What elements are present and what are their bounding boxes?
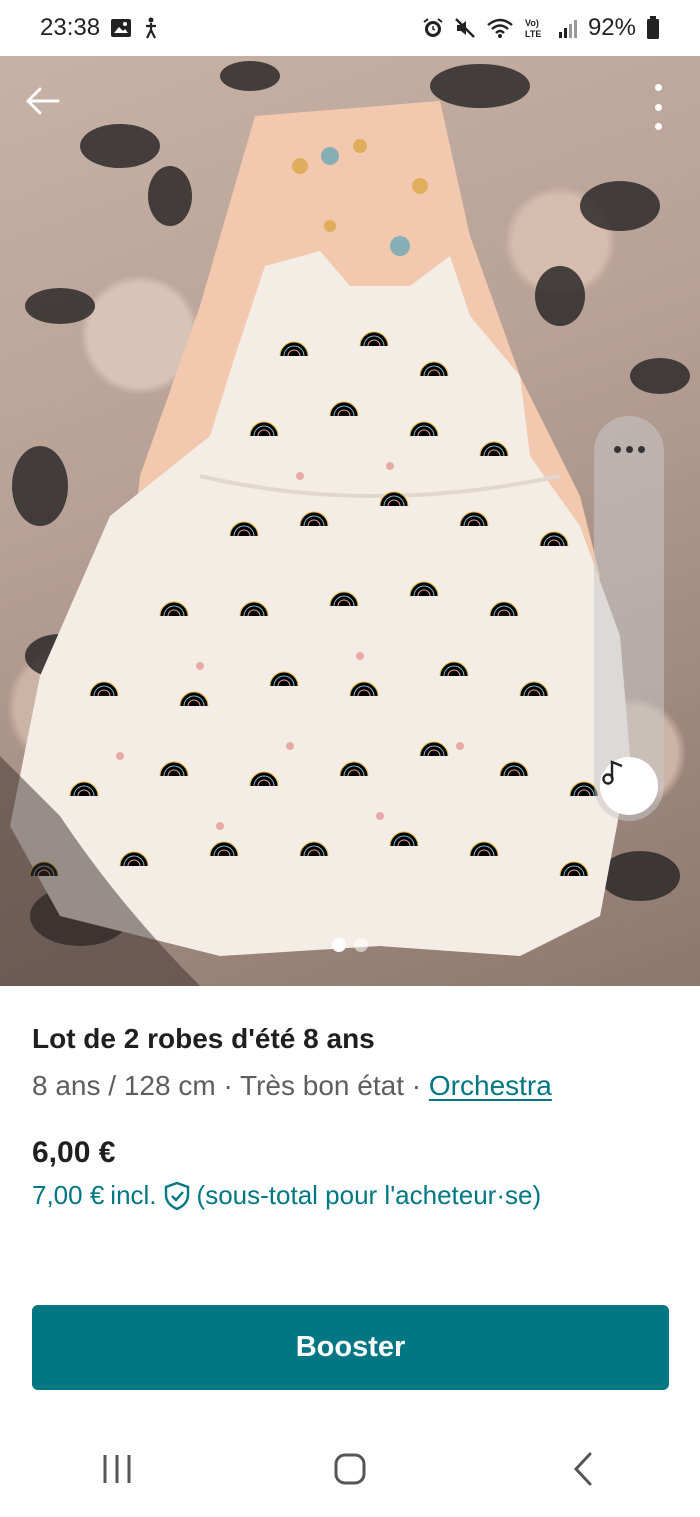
- dot-icon: [654, 84, 662, 91]
- alarm-icon: [422, 17, 444, 39]
- ellipsis-icon: [594, 446, 664, 453]
- buyer-price-row[interactable]: 7,00 € incl. (sous-total pour l'acheteur…: [32, 1180, 541, 1211]
- volte-icon: Vo) LTE: [524, 17, 548, 39]
- incl-label: incl.: [110, 1180, 157, 1210]
- listing-price: 6,00 €: [32, 1136, 116, 1169]
- svg-text:LTE: LTE: [525, 29, 541, 39]
- recent-apps-icon: [103, 1454, 131, 1483]
- buyer-price: 7,00 €: [32, 1180, 105, 1210]
- music-note-button[interactable]: [600, 757, 658, 815]
- edge-panel-handle[interactable]: [594, 416, 664, 821]
- arrow-left-icon: [26, 87, 60, 115]
- svg-text:Vo): Vo): [525, 18, 539, 28]
- pager-dot[interactable]: [354, 938, 368, 952]
- home-icon: [334, 1453, 366, 1484]
- listing-condition: Très bon état: [240, 1070, 404, 1101]
- chevron-left-icon: [574, 1452, 592, 1485]
- pager-dot-active[interactable]: [332, 938, 346, 952]
- mute-icon: [454, 17, 476, 39]
- wifi-icon: [486, 17, 514, 39]
- signal-icon: [558, 17, 578, 39]
- booster-button[interactable]: Booster: [32, 1305, 669, 1390]
- listing-details: Lot de 2 robes d'été 8 ans 8 ans / 128 c…: [32, 1018, 668, 1106]
- listing-photo[interactable]: [0, 56, 700, 986]
- gallery-icon: [110, 17, 132, 39]
- battery-percent: 92%: [587, 14, 636, 41]
- shield-check-icon: [164, 1181, 189, 1210]
- back-nav-button[interactable]: [543, 1439, 623, 1499]
- recent-apps-button[interactable]: [77, 1439, 157, 1499]
- listing-meta: 8 ans / 128 cm · Très bon état · Orchest…: [32, 1066, 668, 1106]
- subtotal-label: (sous-total pour l'acheteur·se): [196, 1180, 542, 1210]
- listing-title: Lot de 2 robes d'été 8 ans: [32, 1023, 375, 1054]
- status-right: Vo) LTE 92%: [422, 14, 660, 42]
- status-time: 23:38: [40, 14, 101, 41]
- back-button[interactable]: [24, 86, 68, 130]
- battery-icon: [646, 16, 660, 40]
- more-options-button[interactable]: [644, 84, 672, 130]
- home-button[interactable]: [310, 1439, 390, 1499]
- music-note-icon: [602, 760, 623, 785]
- meta-separator: ·: [411, 1070, 422, 1101]
- status-left: 23:38: [40, 14, 160, 42]
- meta-separator: ·: [223, 1070, 233, 1101]
- accessibility-icon: [142, 17, 160, 39]
- photo-pager: [0, 938, 700, 952]
- system-nav-bar: [0, 1420, 700, 1517]
- status-bar: 23:38 Vo) LTE 92%: [0, 0, 700, 56]
- brand-link[interactable]: Orchestra: [429, 1070, 552, 1101]
- dot-icon: [654, 123, 662, 130]
- dot-icon: [654, 103, 662, 111]
- listing-size: 8 ans / 128 cm: [32, 1070, 216, 1101]
